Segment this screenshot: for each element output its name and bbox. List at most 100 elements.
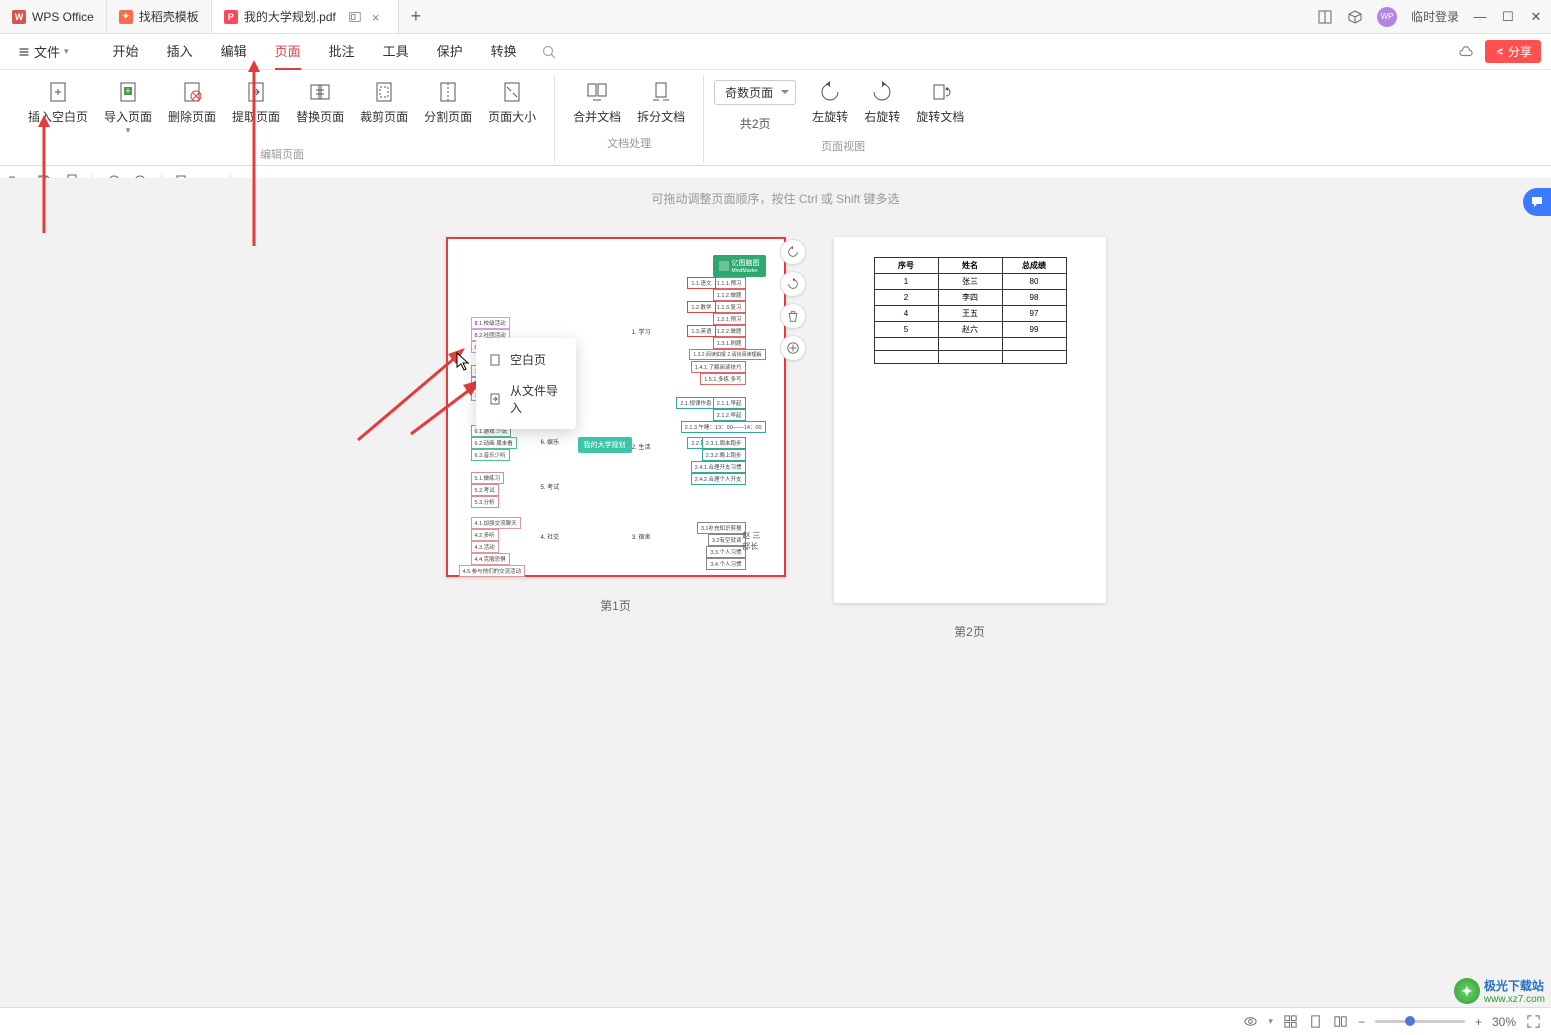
titlebar: W WPS Office ✦ 找稻壳模板 P 我的大学规划.pdf × + WP… <box>0 0 1551 34</box>
context-menu: 空白页 从文件导入 <box>476 338 576 429</box>
login-text[interactable]: 临时登录 <box>1411 8 1459 25</box>
rotate-cw-tool[interactable] <box>780 271 806 297</box>
menu-page[interactable]: 页面 <box>261 34 315 70</box>
delete-tool[interactable] <box>780 303 806 329</box>
menu-convert[interactable]: 转换 <box>477 34 531 70</box>
split-page-button[interactable]: 分割页面 <box>416 76 480 140</box>
search-icon[interactable] <box>541 44 557 60</box>
ribbon-group-edit: 插入空白页 +导入页面▾ 删除页面 提取页面 替换页面 裁剪页面 分割页面 页面… <box>10 76 554 162</box>
ribbon: 插入空白页 +导入页面▾ 删除页面 提取页面 替换页面 裁剪页面 分割页面 页面… <box>0 70 1551 166</box>
ribbon-group-view-label: 页面视图 <box>821 138 865 154</box>
template-icon: ✦ <box>119 10 133 24</box>
menu-row: 文件 ▾ 开始 插入 编辑 页面 批注 工具 保护 转换 分享 <box>0 34 1551 70</box>
avatar-icon[interactable]: WP <box>1377 7 1397 27</box>
ribbon-group-edit-label: 编辑页面 <box>260 146 304 162</box>
hamburger-icon <box>18 46 30 58</box>
app-tab-wps[interactable]: W WPS Office <box>0 0 107 33</box>
split-doc-button[interactable]: 拆分文档 <box>629 76 693 129</box>
add-page-tool[interactable] <box>780 335 806 361</box>
file-label: 文件 <box>34 42 60 61</box>
app-tab-template[interactable]: ✦ 找稻壳模板 <box>107 0 212 33</box>
pages-container: 亿图脑图MindMaster 我的大学规划 思维 1. 学习 2. 生活 3. … <box>0 237 1551 640</box>
minimize-button[interactable]: — <box>1473 9 1487 24</box>
page2-table: 序号姓名总成绩 1张三80 2李四98 4王五97 5赵六99 <box>874 257 1067 364</box>
page-2[interactable]: 序号姓名总成绩 1张三80 2李四98 4王五97 5赵六99 <box>834 237 1106 603</box>
main-area: 可拖动调整页面顺序，按住 Ctrl 或 Shift 键多选 亿图脑图MindMa… <box>0 178 1551 1007</box>
layout-icon[interactable] <box>1317 9 1333 25</box>
rotate-doc-button[interactable]: 旋转文档 <box>908 76 972 129</box>
rotate-left-button[interactable]: 左旋转 <box>804 76 856 129</box>
menu-items: 开始 插入 编辑 页面 批注 工具 保护 转换 <box>99 34 531 70</box>
menu-start[interactable]: 开始 <box>99 34 153 70</box>
zoom-thumb[interactable] <box>1405 1016 1415 1026</box>
menu-edit[interactable]: 编辑 <box>207 34 261 70</box>
box-icon[interactable] <box>1347 9 1363 25</box>
menu-tools[interactable]: 工具 <box>369 34 423 70</box>
single-page-icon[interactable] <box>1308 1014 1323 1029</box>
insert-blank-page-button[interactable]: 插入空白页 <box>20 76 96 140</box>
zoom-value[interactable]: 30% <box>1492 1015 1516 1029</box>
share-label: 分享 <box>1508 43 1532 60</box>
page-filter-select[interactable]: 奇数页面 <box>714 80 796 105</box>
file-menu[interactable]: 文件 ▾ <box>8 42 79 61</box>
menu-right: 分享 <box>1457 40 1541 63</box>
tab-view-icon[interactable] <box>348 10 362 24</box>
page-size-button[interactable]: 页面大小 <box>480 76 544 140</box>
replace-page-button[interactable]: 替换页面 <box>288 76 352 140</box>
mindmaster-badge: 亿图脑图MindMaster <box>713 255 766 277</box>
merge-doc-button[interactable]: 合并文档 <box>565 76 629 129</box>
ribbon-group-doc-label: 文档处理 <box>607 135 651 151</box>
share-icon <box>1494 46 1505 57</box>
import-page-button[interactable]: +导入页面▾ <box>96 76 160 140</box>
rotate-right-button[interactable]: 右旋转 <box>856 76 908 129</box>
page-2-wrap: 序号姓名总成绩 1张三80 2李四98 4王五97 5赵六99 第2页 <box>834 237 1106 640</box>
delete-page-button[interactable]: 删除页面 <box>160 76 224 140</box>
zoom-out-button[interactable]: − <box>1358 1015 1365 1029</box>
svg-text:+: + <box>125 86 130 96</box>
app-tab-doc[interactable]: P 我的大学规划.pdf × <box>212 0 399 33</box>
close-button[interactable]: ✕ <box>1529 9 1543 25</box>
app-name: WPS Office <box>32 10 94 24</box>
chevron-down-icon[interactable]: ▾ <box>1268 1016 1273 1027</box>
two-page-icon[interactable] <box>1333 1014 1348 1029</box>
cloud-icon[interactable] <box>1457 45 1475 59</box>
feedback-icon <box>1529 194 1545 210</box>
crop-page-button[interactable]: 裁剪页面 <box>352 76 416 140</box>
zoom-slider[interactable] <box>1375 1020 1465 1023</box>
share-button[interactable]: 分享 <box>1485 40 1541 63</box>
titlebar-right: WP 临时登录 — ☐ ✕ <box>1317 7 1543 27</box>
fullscreen-icon[interactable] <box>1526 1014 1541 1029</box>
maximize-button[interactable]: ☐ <box>1501 9 1515 25</box>
status-bar: ▾ − + 30% <box>0 1007 1551 1035</box>
feedback-button[interactable] <box>1523 188 1551 216</box>
watermark-logo-icon: ✦ <box>1454 978 1480 1004</box>
pdf-icon: P <box>224 10 238 24</box>
extract-page-button[interactable]: 提取页面 <box>224 76 288 140</box>
ribbon-group-doc: 合并文档 拆分文档 文档处理 <box>554 76 703 162</box>
import-file-icon <box>488 392 502 406</box>
cursor-icon <box>456 352 472 372</box>
page-2-label: 第2页 <box>954 623 985 640</box>
menu-protect[interactable]: 保护 <box>423 34 477 70</box>
mindmap-center: 我的大学规划 <box>578 437 632 453</box>
ctx-import-file[interactable]: 从文件导入 <box>476 375 576 423</box>
ctx-blank-page[interactable]: 空白页 <box>476 344 576 375</box>
tab-close-icon[interactable]: × <box>372 10 386 24</box>
grid-view-icon[interactable] <box>1283 1014 1298 1029</box>
blank-page-icon <box>488 353 502 367</box>
menu-insert[interactable]: 插入 <box>153 34 207 70</box>
page-tools <box>780 239 806 361</box>
zoom-in-button[interactable]: + <box>1475 1015 1482 1029</box>
watermark-title: 极光下载站 <box>1484 977 1545 994</box>
rotate-ccw-tool[interactable] <box>780 239 806 265</box>
wps-logo-icon: W <box>12 10 26 24</box>
menu-annotate[interactable]: 批注 <box>315 34 369 70</box>
ribbon-group-view: 奇数页面 共2页 左旋转 右旋转 旋转文档 页面视图 <box>703 76 982 162</box>
watermark-url: www.xz7.com <box>1484 994 1545 1005</box>
new-tab-button[interactable]: + <box>399 0 433 33</box>
total-pages: 共2页 <box>740 115 771 132</box>
chevron-down-icon: ▾ <box>64 46 69 57</box>
drag-hint: 可拖动调整页面顺序，按住 Ctrl 或 Shift 键多选 <box>0 190 1551 207</box>
view-mode-icon[interactable] <box>1243 1014 1258 1029</box>
tab-template-label: 找稻壳模板 <box>139 8 199 25</box>
